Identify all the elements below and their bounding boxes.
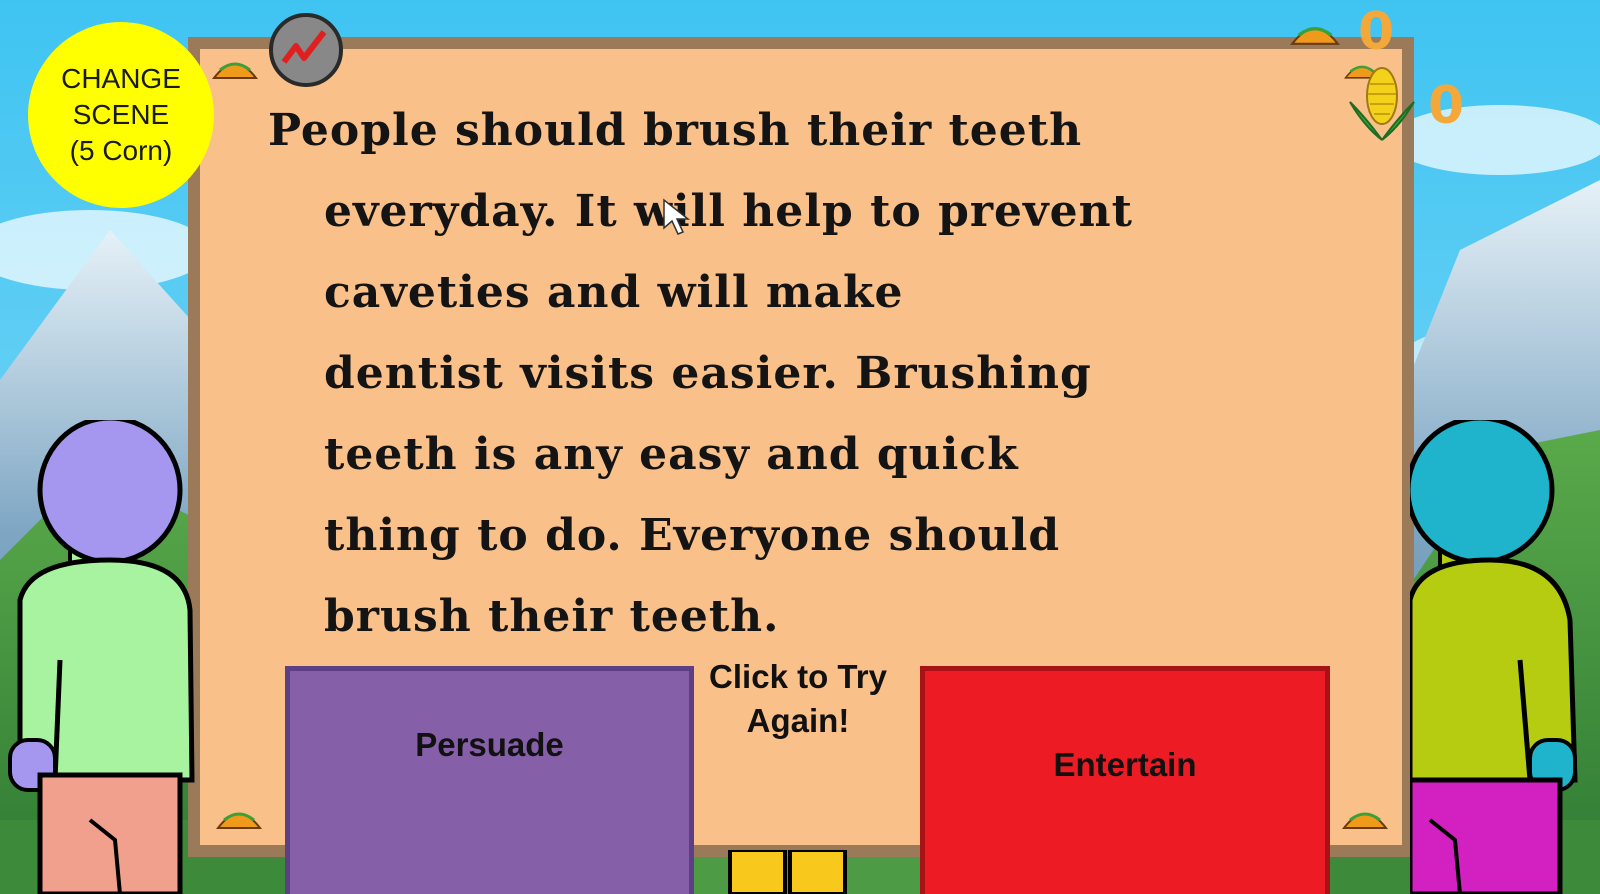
purple-character (8, 420, 195, 894)
passage-text: People should brush their teeth everyday… (268, 90, 1308, 657)
taco-icon (212, 62, 258, 79)
passage-line: teeth is any easy and quick (324, 429, 1019, 480)
passage-line: thing to do. Everyone should (324, 510, 1061, 561)
change-scene-button[interactable]: CHANGE SCENE (5 Corn) (28, 22, 214, 208)
persuade-label: Persuade (415, 726, 564, 763)
game-scene: People should brush their teeth everyday… (0, 0, 1600, 894)
passage-line: dentist visits easier. Brushing (324, 348, 1092, 399)
entertain-label: Entertain (1053, 746, 1197, 783)
taco-icon (1342, 812, 1388, 829)
yellow-character-feet (728, 850, 847, 894)
passage-line: everyday. It will help to prevent (324, 186, 1133, 237)
graph-icon[interactable] (268, 12, 344, 88)
taco-icon (1290, 27, 1340, 45)
entertain-button[interactable]: Entertain (920, 666, 1330, 894)
blue-character (1410, 420, 1578, 894)
passage-line: People should brush their teeth (268, 105, 1083, 156)
taco-counter: 0 (1358, 2, 1395, 62)
mouse-cursor-icon (663, 198, 691, 235)
corn-icon (1349, 67, 1415, 141)
corn-counter: 0 (1428, 76, 1465, 136)
try-again-prompt[interactable]: Click to Try Again! (700, 655, 896, 743)
taco-icon (216, 812, 262, 829)
passage-line: brush their teeth. (324, 591, 780, 642)
passage-line: caveties and will make (324, 267, 904, 318)
change-scene-label: CHANGE SCENE (5 Corn) (61, 63, 181, 166)
persuade-button[interactable]: Persuade (285, 666, 694, 894)
